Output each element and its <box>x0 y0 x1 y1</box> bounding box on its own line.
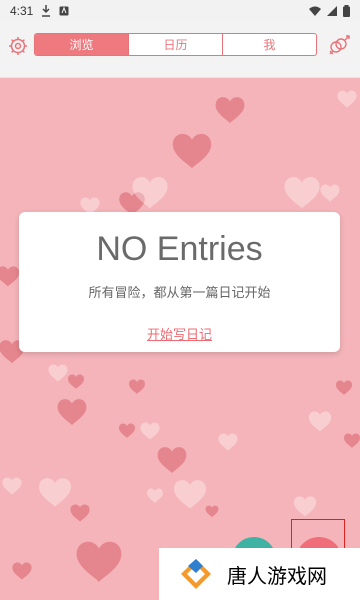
download-icon <box>41 5 51 17</box>
status-time: 4:31 <box>10 4 34 18</box>
app-notification-icon <box>59 6 69 16</box>
view-tabs: 浏览 日历 我 <box>34 33 317 56</box>
brand-text: 唐人游戏网 <box>227 563 327 588</box>
signal-icon <box>327 6 337 16</box>
app-bar: 浏览 日历 我 <box>0 22 360 78</box>
tab-calendar[interactable]: 日历 <box>128 34 222 55</box>
tab-me[interactable]: 我 <box>222 34 316 55</box>
empty-state-card: NO Entries 所有冒险，都从第一篇日记开始 开始写日记 <box>19 212 340 352</box>
gender-symbol-icon[interactable] <box>327 35 351 55</box>
start-writing-link[interactable]: 开始写日记 <box>19 324 340 343</box>
empty-subtitle: 所有冒险，都从第一篇日记开始 <box>88 286 271 301</box>
watermark-banner: 唐人游戏网 <box>159 548 360 600</box>
battery-icon <box>343 5 350 17</box>
status-bar: 4:31 <box>0 0 360 22</box>
settings-gear-icon[interactable] <box>8 36 28 56</box>
brand-logo-icon <box>179 557 213 591</box>
tab-browse[interactable]: 浏览 <box>35 34 128 55</box>
wifi-icon <box>309 6 321 16</box>
empty-title: NO Entries <box>96 230 263 268</box>
